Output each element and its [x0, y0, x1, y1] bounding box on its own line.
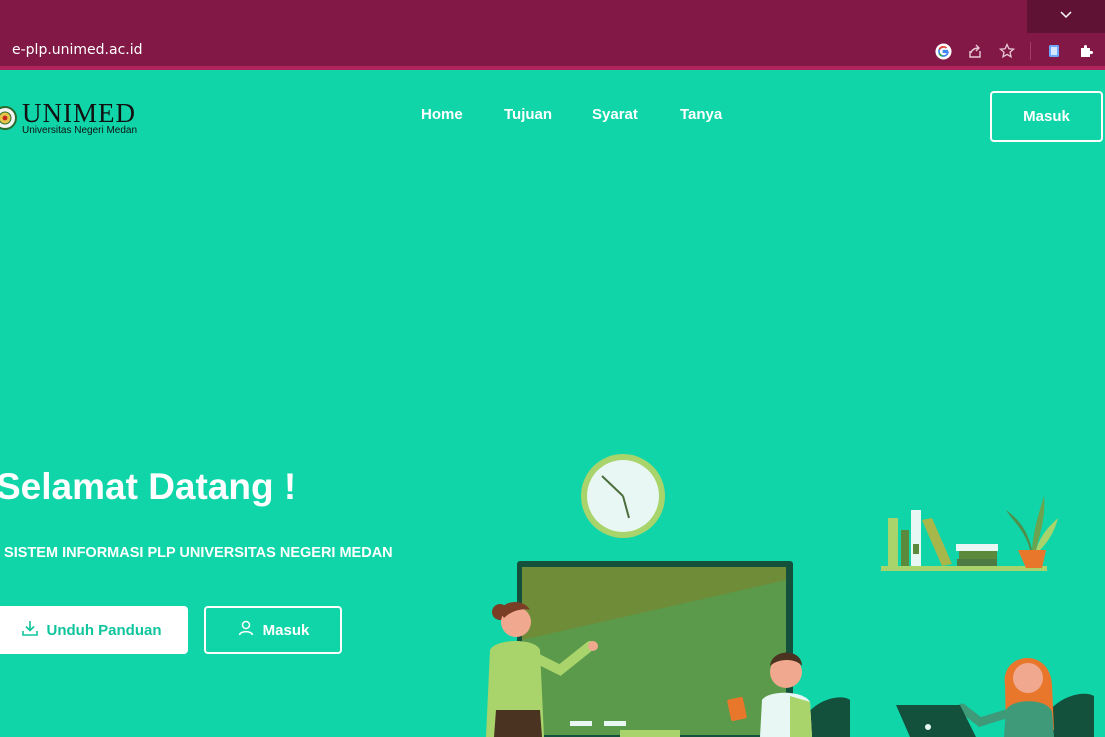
address-bar: e-plp.unimed.ac.id	[0, 33, 1105, 68]
star-icon[interactable]	[998, 42, 1016, 60]
nav-item-home[interactable]: Home	[421, 106, 463, 123]
puzzle-icon[interactable]	[1077, 42, 1095, 60]
nav-item-tanya[interactable]: Tanya	[680, 106, 722, 123]
download-guide-label: Unduh Panduan	[46, 621, 162, 639]
extension-doc-icon[interactable]	[1045, 42, 1063, 60]
chevron-down-icon	[1059, 7, 1073, 26]
nav-item-tujuan[interactable]: Tujuan	[504, 106, 552, 123]
nav-item-syarat[interactable]: Syarat	[592, 106, 638, 123]
hero-login-label: Masuk	[262, 621, 310, 639]
toolbar-divider	[1030, 42, 1031, 60]
hero-title: Selamat Datang !	[0, 466, 297, 507]
student-girl-figure	[896, 657, 1094, 737]
url-field[interactable]: e-plp.unimed.ac.id	[12, 42, 143, 58]
hero-subtitle: I SISTEM INFORMASI PLP UNIVERSITAS NEGER…	[0, 545, 393, 561]
header-login-label: Masuk	[1023, 108, 1070, 125]
download-icon	[21, 619, 39, 641]
download-guide-button[interactable]: Unduh Panduan	[0, 606, 188, 654]
clock-icon	[581, 454, 665, 538]
plant-icon	[1006, 496, 1058, 568]
header-login-button[interactable]: Masuk	[990, 91, 1103, 142]
toolbar-accent-strip	[0, 66, 1105, 70]
logo-subtitle: Universitas Negeri Medan	[22, 125, 138, 136]
bookshelf-icon	[881, 510, 1047, 571]
hero-login-button[interactable]: Masuk	[204, 606, 342, 654]
unimed-seal-icon	[0, 106, 17, 130]
classroom-illustration	[486, 454, 1094, 737]
chalkboard-icon	[517, 561, 793, 737]
share-icon[interactable]	[966, 42, 984, 60]
desk-icon	[620, 730, 680, 737]
tab-search-button[interactable]	[1027, 0, 1105, 33]
logo-name: UNIMED	[22, 98, 136, 128]
user-icon	[237, 619, 255, 641]
site-logo[interactable]: UNIMED Universitas Negeri Medan	[0, 100, 137, 136]
browser-tab-strip	[0, 0, 1105, 33]
google-icon[interactable]	[934, 42, 952, 60]
